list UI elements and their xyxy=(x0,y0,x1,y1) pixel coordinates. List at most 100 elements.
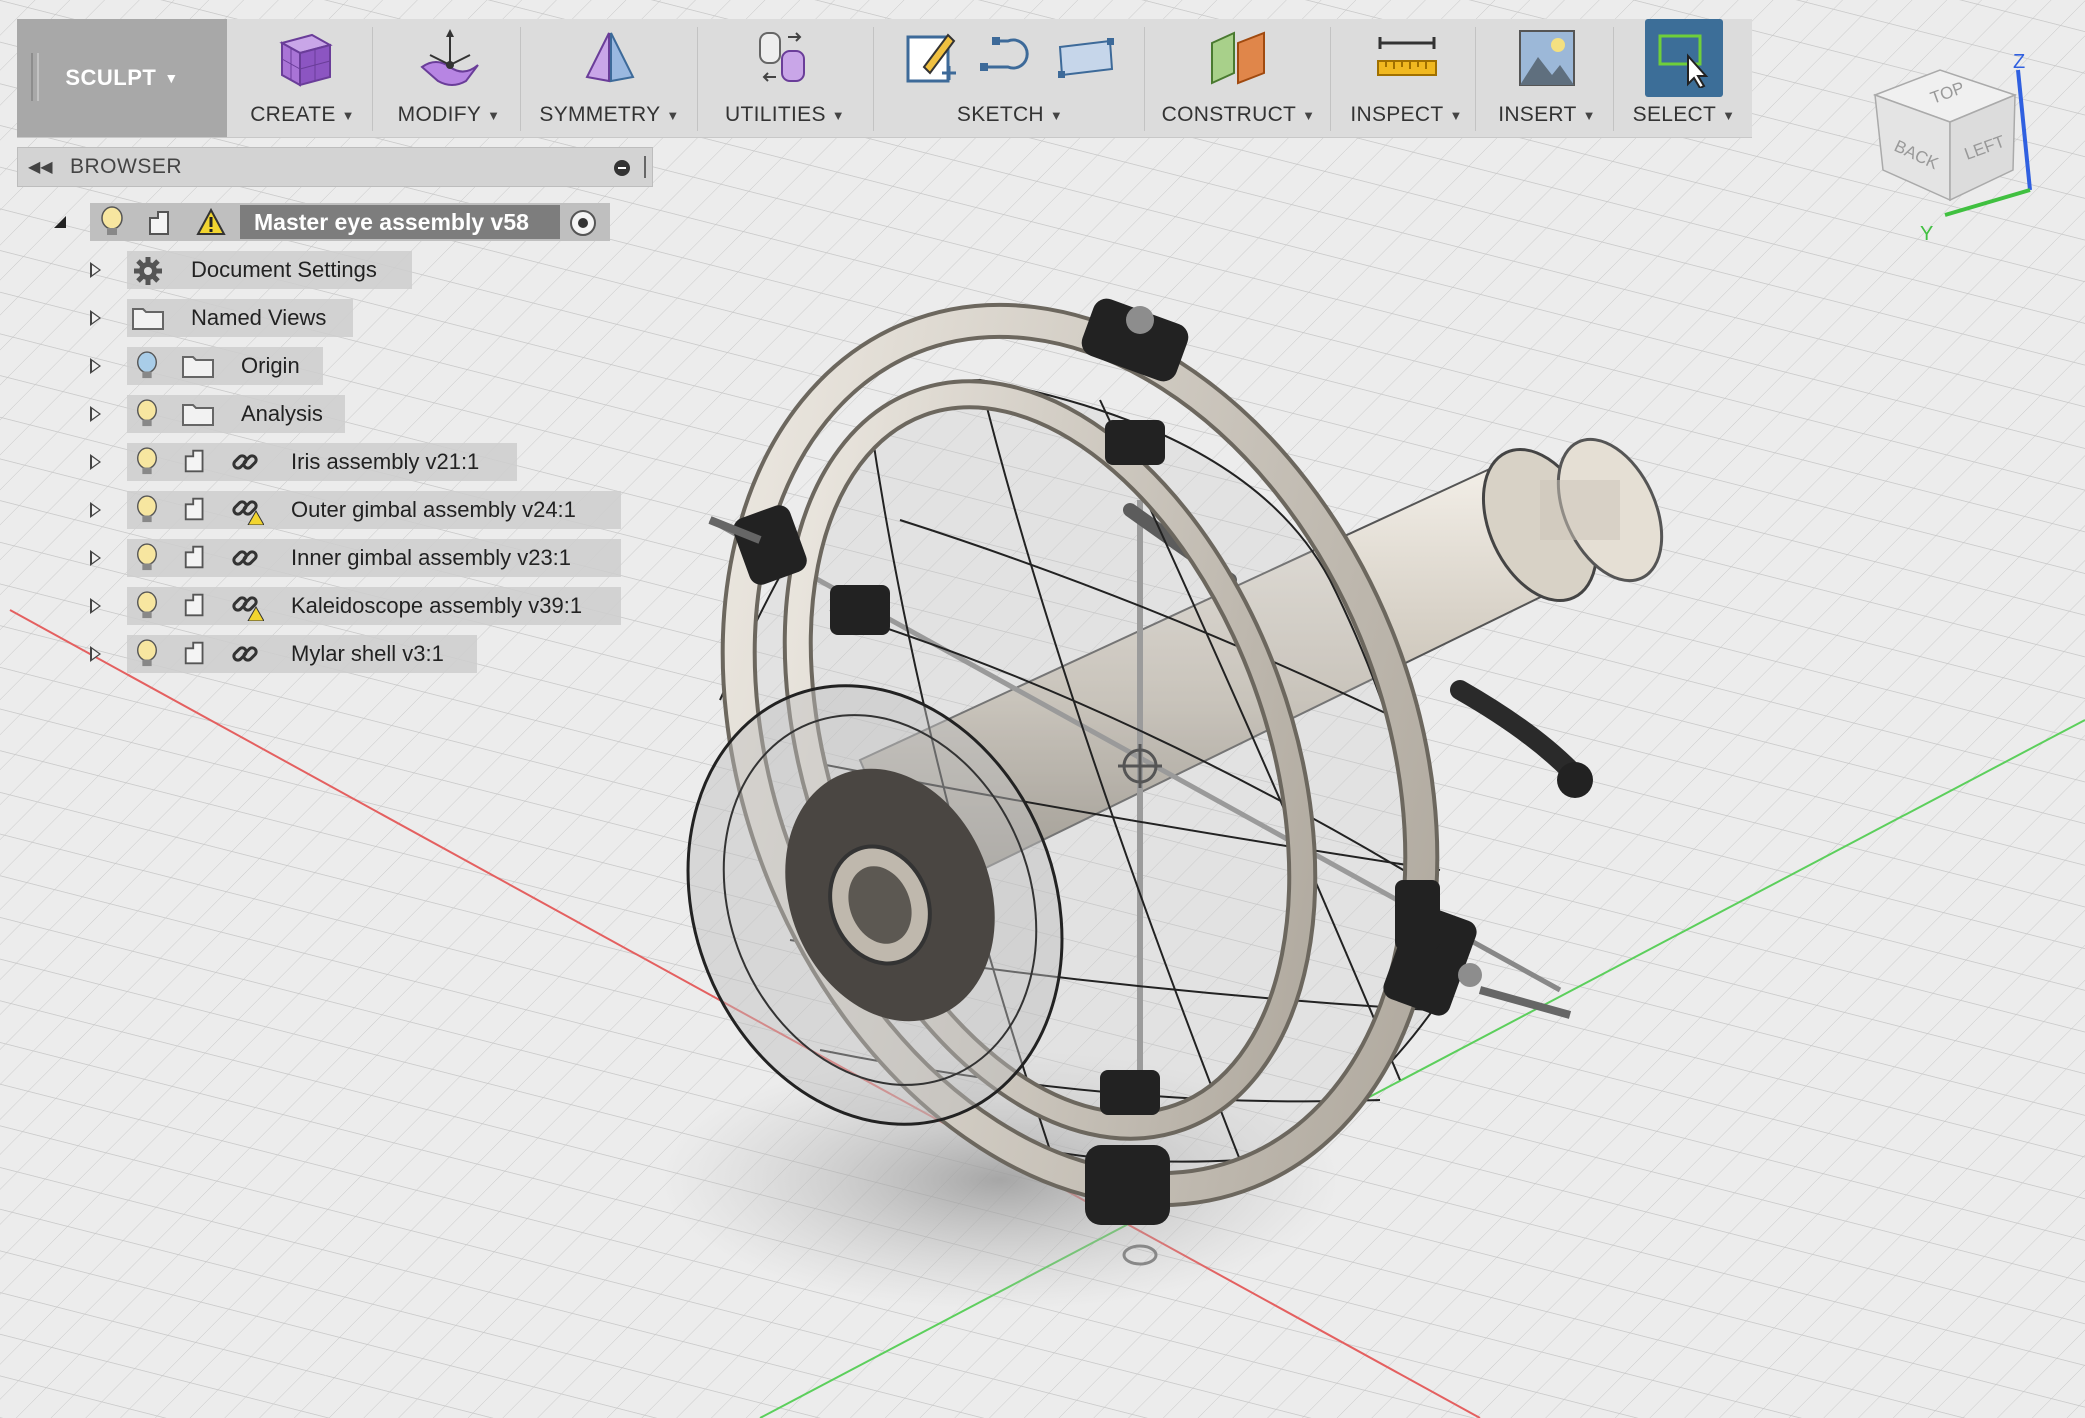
collapse-icon[interactable]: ◀◀ xyxy=(28,157,54,177)
modify-form-icon xyxy=(420,29,479,86)
sketch-label: SKETCH xyxy=(956,103,1044,126)
tree-item-label: Iris assembly v21:1 xyxy=(291,449,480,474)
toolbar: SCULPT ▼ CREATE ▼ MODIFY ▼ SYMMETRY ▼ UT… xyxy=(17,19,1752,138)
toolbar-grip[interactable] xyxy=(31,53,39,101)
view-cube[interactable]: Z Y TOP BACK LEFT xyxy=(1855,40,2085,250)
minimize-icon[interactable] xyxy=(614,160,630,176)
root-node-text: Master eye assembly v58 xyxy=(254,208,529,235)
tree-item-label: Named Views xyxy=(191,305,327,330)
select-label: SELECT xyxy=(1632,103,1717,126)
axis-y-label: Y xyxy=(1920,223,1933,245)
utilities-label: UTILITIES xyxy=(725,103,826,126)
lightbulb-icon[interactable] xyxy=(134,543,160,578)
tree-item-label: Inner gimbal assembly v23:1 xyxy=(291,545,572,570)
construct-plane-icon xyxy=(1210,31,1265,85)
expand-triangle-icon[interactable] xyxy=(90,358,101,374)
chevron-down-icon: ▼ xyxy=(1582,107,1596,123)
chevron-down-icon: ▼ xyxy=(1449,107,1463,123)
toolbar-divider xyxy=(697,27,698,131)
expand-triangle-icon[interactable] xyxy=(90,262,101,278)
chevron-down-icon: ▼ xyxy=(666,107,680,123)
symmetry-label: SYMMETRY xyxy=(539,103,661,126)
tree-item-label: Outer gimbal assembly v24:1 xyxy=(291,497,576,522)
create-menu[interactable]: CREATE ▼ xyxy=(230,19,375,137)
toolbar-divider xyxy=(1144,27,1145,131)
chevron-down-icon: ▼ xyxy=(831,107,845,123)
chevron-down-icon: ▼ xyxy=(1722,107,1736,123)
create-label: CREATE xyxy=(250,103,336,126)
link-icon xyxy=(230,447,260,482)
lightbulb-icon[interactable] xyxy=(98,206,126,238)
insert-label: INSERT xyxy=(1498,103,1577,126)
insert-menu[interactable]: INSERT ▼ xyxy=(1478,19,1616,137)
workspace-label: SCULPT xyxy=(65,65,157,90)
lightbulb-icon[interactable] xyxy=(134,591,160,626)
gear-icon xyxy=(132,255,164,292)
insert-image-icon xyxy=(1519,30,1575,86)
activate-radio-icon[interactable] xyxy=(568,208,598,238)
tree-item-label: Mylar shell v3:1 xyxy=(291,641,444,666)
create-box-icon xyxy=(278,33,333,87)
select-menu[interactable]: SELECT ▼ xyxy=(1616,19,1752,137)
tree-item-label: Kaleidoscope assembly v39:1 xyxy=(291,593,583,618)
component-icon xyxy=(182,543,210,576)
collapse-triangle-icon[interactable] xyxy=(52,214,68,230)
lightbulb-icon[interactable] xyxy=(134,447,160,482)
symmetry-icon xyxy=(585,32,634,83)
chevron-down-icon: ▼ xyxy=(164,70,179,86)
lightbulb-icon[interactable] xyxy=(134,351,160,386)
component-icon xyxy=(182,591,210,624)
modify-menu[interactable]: MODIFY ▼ xyxy=(375,19,523,137)
panel-pin-icon[interactable] xyxy=(644,156,646,178)
axis-z-label: Z xyxy=(2013,51,2025,73)
folder-icon xyxy=(131,303,165,336)
link-warning-icon xyxy=(230,495,265,530)
browser-title: BROWSER xyxy=(70,155,183,178)
root-node-label[interactable]: Master eye assembly v58 xyxy=(240,205,560,239)
expand-triangle-icon[interactable] xyxy=(90,454,101,470)
component-icon xyxy=(182,495,210,528)
folder-icon xyxy=(181,399,215,432)
expand-triangle-icon[interactable] xyxy=(90,310,101,326)
browser-panel-header[interactable]: ◀◀ BROWSER xyxy=(17,147,653,187)
lightbulb-icon[interactable] xyxy=(134,639,160,674)
workspace-switcher[interactable]: SCULPT ▼ xyxy=(17,19,227,137)
tree-item-label: Analysis xyxy=(241,401,323,426)
chevron-down-icon: ▼ xyxy=(487,107,501,123)
modify-label: MODIFY xyxy=(397,103,482,126)
expand-triangle-icon[interactable] xyxy=(90,646,101,662)
construct-label: CONSTRUCT xyxy=(1161,103,1297,126)
sketch-arc-icon[interactable] xyxy=(976,27,1040,89)
toolbar-divider xyxy=(1330,27,1331,131)
toolbar-divider xyxy=(1475,27,1476,131)
chevron-down-icon: ▼ xyxy=(1302,107,1316,123)
warning-icon xyxy=(196,208,226,235)
component-icon xyxy=(149,211,169,235)
link-icon xyxy=(230,639,260,674)
expand-triangle-icon[interactable] xyxy=(90,550,101,566)
expand-triangle-icon[interactable] xyxy=(90,598,101,614)
lightbulb-icon[interactable] xyxy=(134,399,160,434)
expand-triangle-icon[interactable] xyxy=(90,406,101,422)
component-icon xyxy=(182,447,210,480)
inspect-menu[interactable]: INSPECT ▼ xyxy=(1333,19,1480,137)
chevron-down-icon: ▼ xyxy=(341,107,355,123)
link-warning-icon xyxy=(230,591,265,626)
sketch-menu[interactable]: SKETCH ▼ xyxy=(876,19,1144,137)
select-cursor-icon xyxy=(1658,34,1709,88)
lightbulb-icon[interactable] xyxy=(134,495,160,530)
utilities-menu[interactable]: UTILITIES ▼ xyxy=(700,19,870,137)
toolbar-divider xyxy=(372,27,373,131)
chevron-down-icon: ▼ xyxy=(1049,107,1064,123)
construct-menu[interactable]: CONSTRUCT ▼ xyxy=(1147,19,1330,137)
expand-triangle-icon[interactable] xyxy=(90,502,101,518)
create-sketch-icon[interactable] xyxy=(902,27,962,89)
folder-icon xyxy=(181,351,215,384)
symmetry-menu[interactable]: SYMMETRY ▼ xyxy=(523,19,696,137)
sketch-rectangle-icon[interactable] xyxy=(1054,27,1118,89)
inspect-label: INSPECT xyxy=(1350,103,1444,126)
toolbar-divider xyxy=(1613,27,1614,131)
select-tool-button[interactable] xyxy=(1645,19,1723,97)
tree-item-label: Origin xyxy=(241,353,300,378)
tree-item-label: Document Settings xyxy=(191,257,377,282)
